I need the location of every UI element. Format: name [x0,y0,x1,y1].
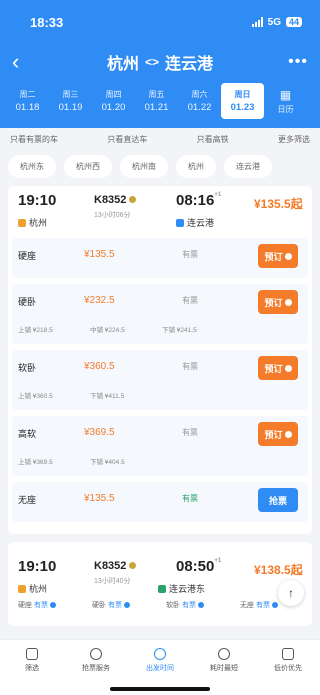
arrival-time: 08:50+1 [176,558,222,575]
header: 18:33 5G 44 ‹ 杭州 <> 连云港 ••• 周二 01.18 周三 01… [0,0,320,128]
seat-row: 高软 ¥369.5 有票 预订 上铺 ¥369.5 下铺 ¥404.5 [12,416,308,476]
seat-summary: 硬座 有票 [18,600,56,610]
berth-price: 上铺 ¥369.5 [18,459,53,466]
duration: 13小时40分 [94,578,131,585]
route-title[interactable]: 杭州 <> 连云港 [107,50,213,74]
date-tab[interactable]: 周六 01.22 [178,83,221,119]
departure-time: 19:10 [18,558,57,575]
seat-summary: 软卧 有票 [166,600,204,610]
train-type-icon [129,562,137,569]
tab-lowest-price[interactable]: 低价优先 [256,640,320,695]
station-chip[interactable]: 杭州西 [64,155,112,178]
arrival-time: 08:16+1 [176,192,222,209]
more-icon[interactable]: ••• [284,53,308,71]
seat-row: 硬卧 ¥232.5 有票 预订 上铺 ¥218.5 中铺 ¥224.5 下铺 ¥… [12,284,308,344]
price-icon [282,648,294,660]
date-tab-selected[interactable]: 周日 01.23 [221,83,264,119]
book-button[interactable]: 预订 [258,422,298,446]
bottom-tabbar: 筛选 抢票服务 出发时间 耗时最短 低价优先 [0,639,320,695]
berth-price: 上铺 ¥360.5 [18,393,53,400]
date-selector: 周二 01.18 周三 01.19 周四 01.20 周五 01.21 周六 01.22 … [0,80,320,122]
filter-highspeed[interactable]: 只看高铁 [197,134,229,145]
start-station-icon [18,584,26,593]
duration: 13小时06分 [94,212,131,219]
network-label: 5G [267,16,281,28]
train-card-expanded[interactable]: 19:10 K8352 13小时06分 08:16+1 ¥135.5起 杭州 连… [8,186,312,534]
berth-price: 上铺 ¥218.5 [18,327,53,334]
navbar: ‹ 杭州 <> 连云港 ••• [0,44,320,80]
book-button[interactable]: 预订 [258,356,298,380]
train-number: K8352 [94,194,137,206]
train-price: ¥135.5起 [254,197,303,211]
battery-icon: 44 [285,17,302,27]
back-icon[interactable]: ‹ [12,49,36,75]
status-bar: 18:33 5G 44 [0,0,320,44]
grab-icon [90,648,102,660]
calendar-icon: ▦ [279,87,292,102]
end-station-icon [176,218,184,227]
train-summary[interactable]: 19:10 K8352 13小时06分 08:16+1 ¥135.5起 杭州 连… [8,186,312,238]
date-tab[interactable]: 周五 01.21 [135,83,178,119]
arrival-station: 连云港东 [158,582,205,595]
berth-price: 中铺 ¥224.5 [90,327,125,334]
home-indicator [110,687,210,691]
seat-summary: 无座 有票 [240,600,278,610]
seat-row: 硬座 ¥135.5 有票 预订 [12,238,308,278]
berth-price: 下铺 ¥411.5 [90,393,125,400]
status-time: 18:33 [30,14,64,30]
back-to-top-button[interactable]: ↑ [278,580,304,606]
train-number: K8352 [94,560,137,572]
swap-icon[interactable]: <> [145,55,159,69]
berth-price: 下铺 ¥241.5 [162,327,197,334]
filter-icon [26,648,38,660]
station-chip[interactable]: 杭州南 [120,155,168,178]
departure-station: 杭州 [18,582,47,595]
seat-summary: 硬卧 有票 [92,600,130,610]
arrow-icon [284,298,292,306]
filter-direct[interactable]: 只看直达车 [107,134,147,145]
arrow-icon [284,430,292,438]
train-type-icon [129,196,137,203]
end-station-icon [158,584,166,593]
grab-ticket-button[interactable]: 抢票 [258,488,298,512]
date-tab[interactable]: 周四 01.20 [92,83,135,119]
seat-row: 软卧 ¥360.5 有票 预订 上铺 ¥360.5 下铺 ¥411.5 [12,350,308,410]
station-chip[interactable]: 杭州 [176,155,216,178]
station-chip[interactable]: 连云港 [224,155,272,178]
arrow-icon [284,364,292,372]
train-price: ¥138.5起 [254,563,303,577]
train-card[interactable]: 19:10 K8352 13小时40分 08:50+1 ¥138.5起 杭州 连… [8,542,312,626]
seat-list: 硬座 ¥135.5 有票 预订 硬卧 ¥232.5 有票 预订 上铺 ¥218.… [8,238,312,534]
departure-time: 19:10 [18,192,57,209]
seat-row: 无座 ¥135.5 有票 抢票 [12,482,308,522]
arrow-icon [284,252,292,260]
book-button[interactable]: 预订 [258,244,298,268]
tab-filter[interactable]: 筛选 [0,640,64,695]
station-chip[interactable]: 杭州东 [8,155,56,178]
start-station-icon [18,218,26,227]
filter-more[interactable]: 更多筛选 [278,134,310,145]
station-chips: 杭州东 杭州西 杭州南 杭州 连云港 [0,151,320,186]
arrival-station: 连云港 [176,216,214,229]
filter-tickets[interactable]: 只看有票的车 [10,134,58,145]
signal-icon [251,17,263,27]
departure-station: 杭州 [18,216,47,229]
date-tab[interactable]: 周三 01.19 [49,83,92,119]
clock-icon [154,648,166,660]
timer-icon [218,648,230,660]
book-button[interactable]: 预订 [258,290,298,314]
calendar-button[interactable]: ▦ 日历 [264,83,307,119]
berth-price: 下铺 ¥404.5 [90,459,125,466]
filter-bar: 只看有票的车 只看直达车 只看高铁 更多筛选 [0,128,320,151]
date-tab[interactable]: 周二 01.18 [6,83,49,119]
route-from: 杭州 [106,56,139,73]
route-to: 连云港 [165,56,214,73]
